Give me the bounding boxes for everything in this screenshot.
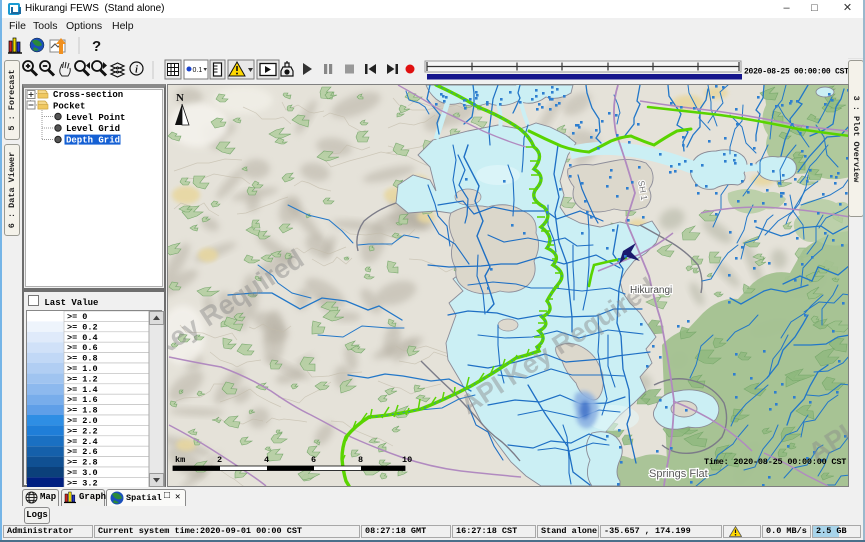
svg-text:Pocket: Pocket: [53, 101, 85, 111]
svg-text:Level Grid: Level Grid: [66, 124, 120, 134]
svg-text:2: 2: [217, 455, 222, 465]
svg-text:>= 2.8: >= 2.8: [67, 458, 98, 468]
svg-text:>= 1.6: >= 1.6: [67, 395, 98, 405]
svg-text:2020-08-25 00:00:00 CST: 2020-08-25 00:00:00 CST: [744, 68, 848, 77]
svg-text:Hikurangi: Hikurangi: [630, 285, 672, 296]
svg-text:>= 0: >= 0: [67, 312, 87, 322]
svg-text:>= 1.8: >= 1.8: [67, 406, 98, 416]
svg-text:>= 1.2: >= 1.2: [67, 374, 98, 384]
svg-text:6: 6: [311, 455, 316, 465]
svg-text:0.1: 0.1: [193, 67, 203, 74]
svg-text:4: 4: [264, 455, 269, 465]
svg-text:Depth Grid: Depth Grid: [66, 136, 120, 146]
svg-text:>= 0.4: >= 0.4: [67, 333, 98, 343]
svg-text:>= 2.4: >= 2.4: [67, 437, 98, 447]
svg-text:>= 2.0: >= 2.0: [67, 416, 98, 426]
svg-text:8: 8: [358, 455, 363, 465]
svg-text:?: ?: [92, 38, 101, 55]
svg-text:N: N: [176, 92, 184, 104]
svg-text:>= 3.0: >= 3.0: [67, 468, 98, 478]
svg-text:10: 10: [402, 455, 412, 465]
svg-text:>= 1.0: >= 1.0: [67, 364, 98, 374]
svg-text:>= 0.2: >= 0.2: [67, 322, 98, 332]
svg-text:>= 1.4: >= 1.4: [67, 385, 98, 395]
svg-text:>= 0.8: >= 0.8: [67, 354, 98, 364]
svg-text:>= 2.2: >= 2.2: [67, 426, 98, 436]
svg-text:>= 0.6: >= 0.6: [67, 343, 98, 353]
svg-text:km: km: [175, 455, 185, 465]
svg-text:i: i: [135, 65, 138, 76]
svg-text:>= 2.6: >= 2.6: [67, 447, 98, 457]
svg-text:Level Point: Level Point: [66, 113, 125, 123]
svg-text:>= 3.2: >= 3.2: [67, 478, 98, 487]
svg-text:Time: 2020-08-25 00:00:00 CST: Time: 2020-08-25 00:00:00 CST: [704, 457, 846, 467]
svg-text:Springs Flat: Springs Flat: [649, 468, 708, 480]
svg-text:Cross-section: Cross-section: [53, 90, 123, 100]
